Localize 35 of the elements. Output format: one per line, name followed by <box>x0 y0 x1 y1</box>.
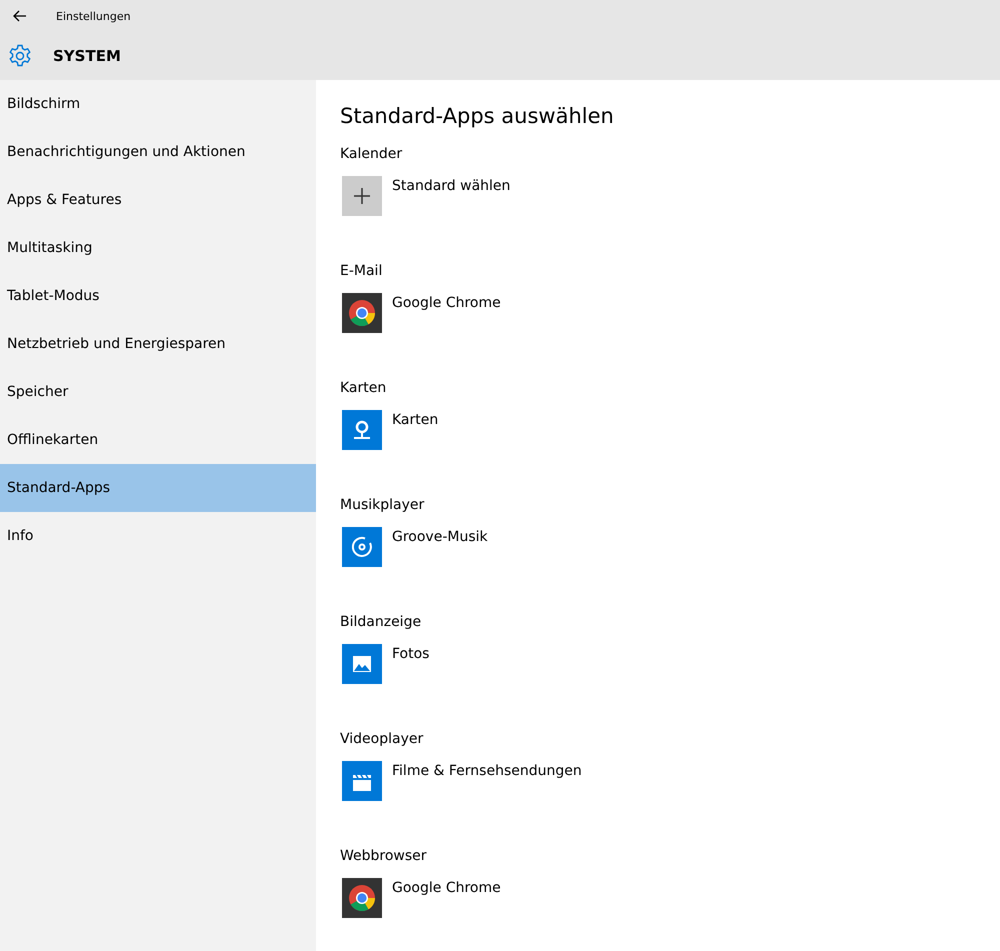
section-label: Kalender <box>340 146 404 164</box>
app-name[interactable]: Karten <box>392 410 438 428</box>
section-label: Musikplayer <box>340 497 426 515</box>
window-title: Einstellungen <box>56 10 131 22</box>
app-name[interactable]: Filme & Fernsehsendungen <box>392 761 582 779</box>
sidebar-item[interactable]: Bildschirm <box>0 80 316 128</box>
sidebar-item[interactable]: Apps & Features <box>0 176 316 224</box>
map-pin-icon <box>342 410 382 450</box>
settings-icon <box>8 44 32 68</box>
app-name[interactable]: Fotos <box>392 644 430 662</box>
sidebar-item[interactable]: Standard-Apps <box>0 464 316 512</box>
sidebar-item[interactable]: Speicher <box>0 368 316 416</box>
section-label: E-Mail <box>340 263 384 281</box>
back-arrow-icon <box>13 10 27 22</box>
plus-icon <box>342 176 382 216</box>
section-label: Bildanzeige <box>340 614 422 632</box>
sidebar-item[interactable]: Offlinekarten <box>0 416 316 464</box>
app-name[interactable]: Google Chrome <box>392 878 501 896</box>
page-header-title: SYSTEM <box>53 47 121 65</box>
app-name[interactable]: Standard wählen <box>392 176 510 194</box>
section-label: Webbrowser <box>340 848 428 866</box>
section-label: Videoplayer <box>340 731 424 749</box>
app-name[interactable]: Google Chrome <box>392 293 501 311</box>
sidebar-item[interactable]: Multitasking <box>0 224 316 272</box>
chrome-logo-icon <box>342 293 382 333</box>
picture-icon <box>342 644 382 684</box>
content-title: Standard-Apps auswählen <box>340 104 615 128</box>
sidebar-item[interactable]: Benachrichtigungen und Aktionen <box>0 128 316 176</box>
section-label: Karten <box>340 380 388 398</box>
clapperboard-icon <box>342 761 382 801</box>
chrome-logo-icon <box>342 878 382 918</box>
app-name[interactable]: Groove-Musik <box>392 527 488 545</box>
sidebar-item[interactable]: Netzbetrieb und Energiesparen <box>0 320 316 368</box>
sidebar-item[interactable]: Tablet-Modus <box>0 272 316 320</box>
sidebar-item[interactable]: Info <box>0 512 316 560</box>
